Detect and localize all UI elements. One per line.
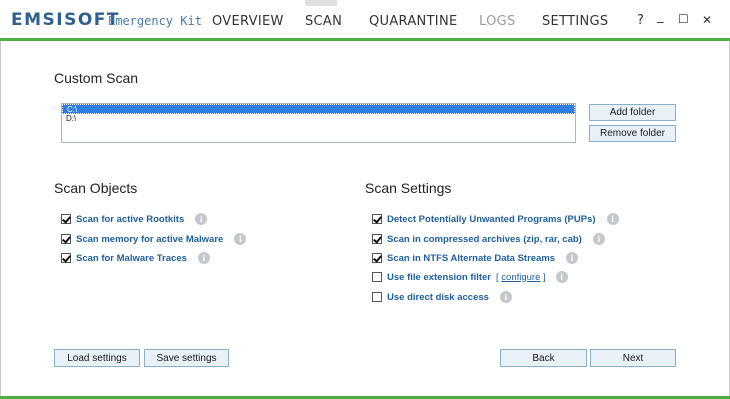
option-label: Detect Potentially Unwanted Programs (PU…	[387, 213, 596, 225]
info-icon[interactable]: i	[606, 213, 619, 225]
checkbox-icon[interactable]	[61, 214, 71, 224]
option-label: Scan for active Rootkits	[76, 213, 185, 225]
close-icon[interactable]: ✕	[702, 13, 712, 27]
option-label: Scan for Malware Traces	[76, 252, 187, 264]
tab-scan[interactable]: SCAN	[305, 14, 342, 29]
info-icon[interactable]: i	[499, 291, 512, 303]
help-icon[interactable]: ?	[637, 13, 644, 28]
option-label: Scan in NTFS Alternate Data Streams	[387, 252, 556, 264]
remove-folder-button[interactable]: Remove folder	[589, 125, 676, 142]
custom-scan-title: Custom Scan	[54, 70, 139, 86]
brand-logo: EMSISOFT	[11, 10, 121, 30]
option-label: Scan in compressed archives (zip, rar, c…	[387, 233, 582, 245]
scan-objects-title: Scan Objects	[54, 180, 138, 196]
info-icon[interactable]: i	[566, 252, 579, 264]
product-name: Emergency Kit	[108, 14, 202, 28]
folder-list-item[interactable]: C:\	[62, 104, 575, 114]
checkbox-icon[interactable]	[372, 292, 382, 302]
info-icon[interactable]: i	[592, 233, 605, 245]
info-icon[interactable]: i	[555, 271, 568, 283]
checkbox-icon[interactable]	[61, 234, 71, 244]
header-accent-bar	[0, 38, 730, 41]
folder-list-item[interactable]: D:\	[62, 114, 575, 124]
option-ntfs-ads[interactable]: Scan in NTFS Alternate Data Streams i	[372, 251, 579, 265]
app-window	[0, 0, 730, 399]
add-folder-button[interactable]: Add folder	[589, 104, 676, 121]
option-file-extension-filter[interactable]: Use file extension filter [ configure ] …	[372, 270, 568, 284]
checkbox-icon[interactable]	[372, 234, 382, 244]
option-malware-traces[interactable]: Scan for Malware Traces i	[61, 251, 210, 265]
option-direct-disk-access[interactable]: Use direct disk access i	[372, 290, 512, 304]
configure-link-group[interactable]: [ configure ]	[496, 272, 546, 283]
checkbox-icon[interactable]	[61, 253, 71, 263]
tab-overview[interactable]: OVERVIEW	[212, 14, 284, 29]
checkbox-icon[interactable]	[372, 272, 382, 282]
load-settings-button[interactable]: Load settings	[54, 349, 140, 367]
option-detect-pups[interactable]: Detect Potentially Unwanted Programs (PU…	[372, 212, 619, 226]
option-compressed-archives[interactable]: Scan in compressed archives (zip, rar, c…	[372, 232, 605, 246]
info-icon[interactable]: i	[197, 252, 210, 264]
checkbox-icon[interactable]	[372, 253, 382, 263]
configure-bracket-close: ]	[543, 271, 546, 283]
active-tab-indicator	[305, 0, 337, 6]
next-button[interactable]: Next	[590, 349, 676, 367]
scan-settings-title: Scan Settings	[365, 180, 452, 196]
info-icon[interactable]: i	[195, 213, 208, 225]
checkbox-icon[interactable]	[372, 214, 382, 224]
configure-bracket-open: [	[496, 271, 499, 283]
minimize-icon[interactable]: _	[657, 9, 664, 24]
tab-logs[interactable]: LOGS	[479, 14, 516, 29]
configure-link[interactable]: configure	[501, 272, 540, 283]
option-label: Use direct disk access	[387, 291, 489, 303]
tab-quarantine[interactable]: QUARANTINE	[369, 14, 457, 29]
option-label: Use file extension filter	[387, 271, 492, 283]
folder-list[interactable]: C:\ D:\	[61, 103, 576, 143]
option-active-rootkits[interactable]: Scan for active Rootkits i	[61, 212, 208, 226]
top-bar: EMSISOFT Emergency Kit OVERVIEW SCAN QUA…	[0, 0, 730, 40]
tab-settings[interactable]: SETTINGS	[542, 14, 608, 29]
info-icon[interactable]: i	[234, 233, 247, 245]
maximize-icon[interactable]: ☐	[678, 12, 689, 26]
back-button[interactable]: Back	[500, 349, 587, 367]
option-label: Scan memory for active Malware	[76, 233, 224, 245]
save-settings-button[interactable]: Save settings	[144, 349, 229, 367]
option-memory-malware[interactable]: Scan memory for active Malware i	[61, 232, 247, 246]
